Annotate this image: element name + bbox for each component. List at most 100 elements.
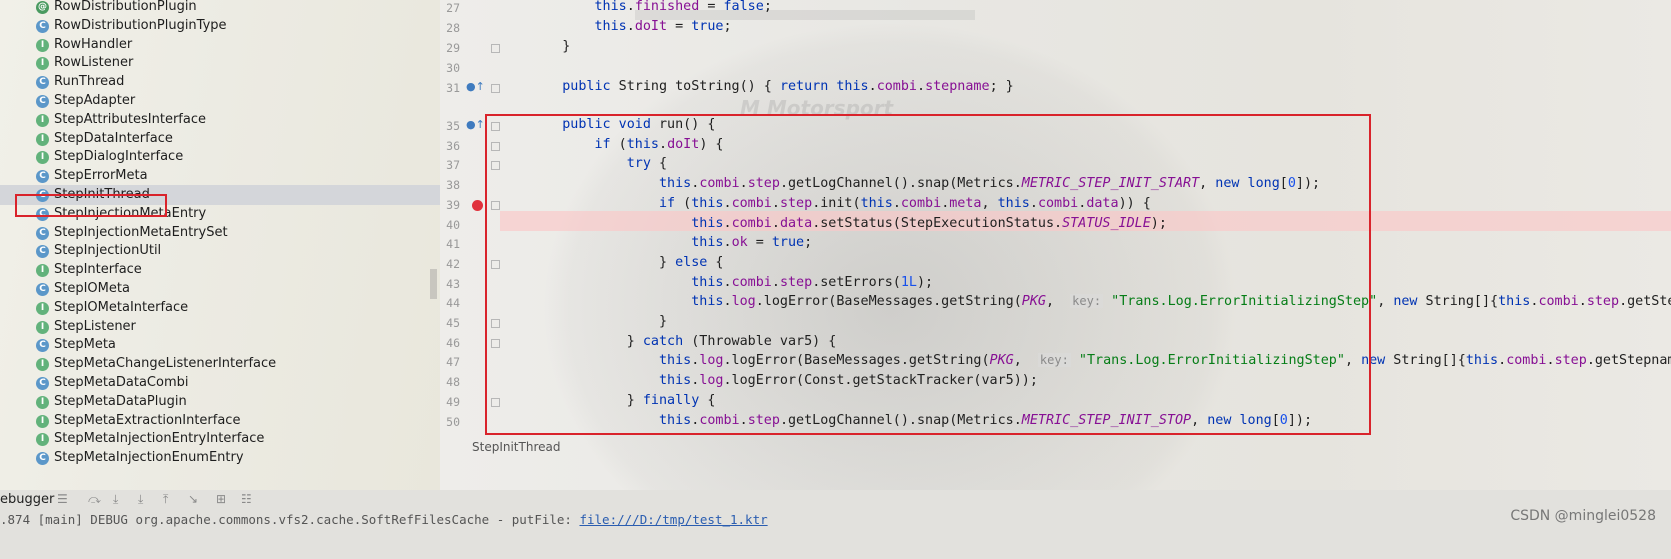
class-icon: C [36,19,49,33]
tree-item[interactable]: C StepInjectionMetaEntrySet [0,223,440,243]
tree-item[interactable]: I StepDataInterface [0,129,440,149]
class-icon: C [36,76,49,90]
tree-item[interactable]: I StepMetaDataPlugin [0,392,440,412]
class-icon: C [36,226,49,240]
tree-item[interactable]: I RowHandler [0,35,440,55]
tree-item-label: RowDistributionPluginType [54,17,227,33]
code-line[interactable]: 30 [440,58,1671,78]
tree-item[interactable]: I RowListener [0,53,440,73]
evaluate-icon[interactable]: ⊞ [216,492,226,506]
line-number: 35 [446,119,460,133]
tree-item-label: StepAdapter [54,93,136,108]
code-line[interactable]: 28 this.doIt = true; [440,18,1671,38]
tree-item[interactable]: I StepDialogInterface [0,147,440,167]
tree-item[interactable]: C RunThread [0,72,440,92]
line-number: 38 [446,178,460,193]
line-number: 44 [446,296,460,311]
code-text: this.finished = false; [594,0,772,14]
class-icon: C [36,377,49,390]
step-into-icon[interactable]: ⤓ [113,492,118,507]
line-number: 50 [446,414,460,429]
step-out-icon[interactable]: ⤒ [163,492,168,507]
class-icon: C [36,452,49,466]
run-to-cursor-icon[interactable]: ↘ [188,492,198,506]
tree-item[interactable]: I StepAttributesInterface [0,110,440,130]
tree-item[interactable]: I StepMetaChangeListenerInterface [0,354,440,374]
tree-item-label: StepIOMetaInterface [54,299,189,315]
trace-icon[interactable]: ☷ [241,492,252,506]
breakpoint-icon[interactable] [472,199,483,211]
log-file-link[interactable]: file:///D:/tmp/test_1.ktr [579,512,767,527]
tree-item[interactable]: I StepMetaExtractionInterface [0,411,440,431]
tree-item-label: StepMetaInjectionEntryInterface [54,431,265,447]
line-number: 27 [446,1,460,15]
interface-icon: I [36,113,49,127]
override-icon[interactable]: ●↑ [466,118,485,131]
override-icon[interactable]: ●↑ [466,80,485,93]
selection-highlight-box [15,194,167,217]
interface-icon: I [36,395,49,409]
tree-item[interactable]: I StepListener [0,317,440,337]
line-number: 39 [446,197,460,212]
code-text: } [530,39,571,54]
tree-item-label: StepIOMeta [54,281,130,296]
menu-icon[interactable]: ☰ [57,492,68,506]
tree-item-label: StepInjectionMetaEntrySet [54,224,228,240]
debugger-tab-label[interactable]: ebugger [0,492,54,507]
tree-item-label: RowDistributionPlugin [54,0,197,14]
tree-item[interactable]: I StepInterface [0,260,440,280]
interface-icon: I [36,414,49,428]
interface-icon: I [36,358,49,372]
tree-item-label: StepMetaInjectionEnumEntry [54,450,244,466]
line-number: 29 [446,41,460,55]
code-line[interactable]: 27 this.finished = false; [440,0,1671,18]
code-line[interactable]: 29 } [440,38,1671,58]
tree-item-label: StepDataInterface [54,130,173,146]
line-number: 43 [446,276,460,291]
tree-item[interactable]: C StepMeta [0,335,440,355]
code-text: this.doIt = true; [594,19,732,34]
tree-item-label: StepMetaDataPlugin [54,393,187,409]
class-icon: C [36,95,49,108]
tree-item[interactable]: @ RowDistributionPlugin [0,0,440,17]
line-number: 31 [446,81,460,95]
tree-item[interactable]: C StepIOMeta [0,279,440,299]
interface-icon: I [36,301,49,315]
tree-item[interactable]: C StepMetaDataCombi [0,373,440,393]
fold-marker-icon[interactable] [491,44,500,53]
class-icon: C [36,170,49,184]
tree-item[interactable]: I StepIOMetaInterface [0,298,440,318]
tree-item-label: StepDialogInterface [54,149,184,165]
debug-panel: ebugger ☰ ⤼ ⤓ ⤓ ⤒ ↘ ⊞ ☷ .874 [main] DEBU… [0,490,1671,559]
watermark: CSDN @minglei0528 [1510,508,1656,524]
interface-icon: I [36,433,49,447]
tree-item-label: StepInjectionUtil [54,243,162,259]
line-number: 30 [446,61,460,75]
tree-item-label: RowListener [54,55,134,71]
step-over-icon[interactable]: ⤼ [88,492,101,507]
tree-item[interactable]: C StepAdapter [0,91,440,111]
tree-item[interactable]: C RowDistributionPluginType [0,16,440,36]
line-number: 40 [446,217,460,232]
line-number: 45 [446,316,460,330]
tree-item[interactable]: I StepMetaInjectionEntryInterface [0,429,440,449]
tree-item[interactable]: C StepInjectionUtil [0,241,440,261]
line-number: 42 [446,256,460,271]
code-line[interactable]: 31 ●↑ public String toString() { return t… [440,78,1671,98]
log-text: .874 [main] DEBUG org.apache.commons.vfs… [0,512,580,527]
code-highlight-box [485,114,1371,435]
class-icon: C [36,283,49,296]
class-icon: C [36,339,49,353]
annotation-class-icon: @ [36,1,49,14]
tree-item[interactable]: C StepMetaInjectionEnumEntry [0,448,440,468]
fold-marker-icon[interactable] [491,84,500,93]
interface-icon: I [36,57,49,71]
force-step-into-icon[interactable]: ⤓ [138,492,143,507]
breadcrumb[interactable]: StepInitThread [472,440,560,454]
tree-item-label: StepMetaDataCombi [54,375,189,390]
tree-item[interactable]: C StepErrorMeta [0,166,440,186]
line-number: 47 [446,355,460,370]
interface-icon: I [36,38,49,52]
tree-item-label: RowHandler [54,36,133,52]
interface-icon: I [36,320,49,334]
